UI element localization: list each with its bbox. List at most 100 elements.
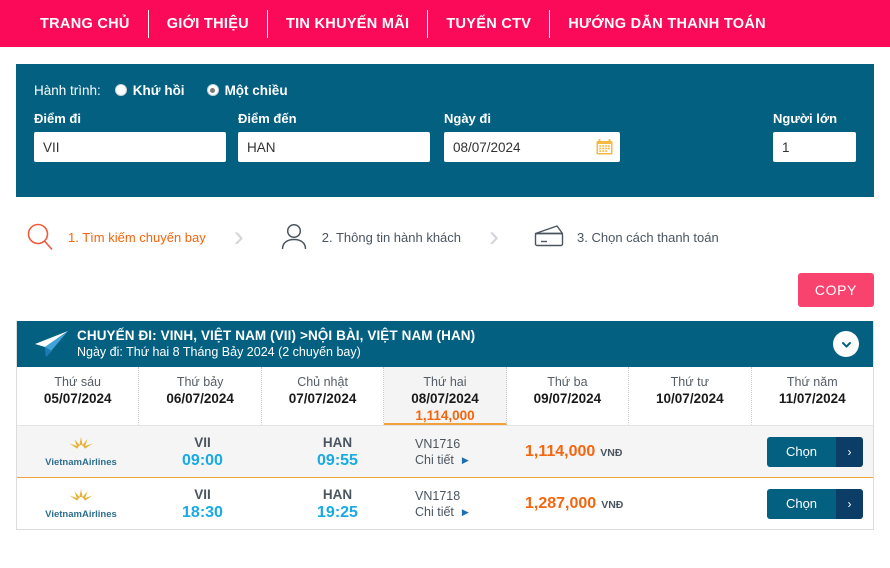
chevron-right-icon: › xyxy=(836,488,863,519)
date-tab-5[interactable]: Thứ tư 10/07/2024 xyxy=(629,367,752,425)
calendar-icon[interactable] xyxy=(596,139,613,155)
trip-type-row: Hành trình: Khứ hồi Một chiều xyxy=(34,79,856,101)
currency-label: VNĐ xyxy=(601,498,624,511)
radio-one-way-label: Một chiều xyxy=(224,82,288,98)
arrival-time: 09:55 xyxy=(317,451,358,469)
select-flight-label: Chọn xyxy=(767,488,836,519)
step-separator-1-icon: › xyxy=(233,220,244,253)
radio-one-way-icon[interactable] xyxy=(206,84,219,96)
flight-details-label: Chi tiết xyxy=(415,504,454,519)
user-icon xyxy=(272,215,316,259)
triangle-right-icon: ▶ xyxy=(461,454,469,465)
flight-price: 1,114,000 xyxy=(525,442,596,460)
date-tab-3-selected[interactable]: Thứ hai 08/07/2024 1,114,000 xyxy=(384,367,507,425)
date-tab-dow: Chủ nhật xyxy=(297,375,348,389)
date-tab-date: 11/07/2024 xyxy=(778,391,846,406)
flight-number: VN1718 xyxy=(415,488,461,503)
step-search-flight[interactable]: 1. Tìm kiếm chuyến bay xyxy=(18,215,206,259)
nav-item-payment-guide[interactable]: HƯỚNG DẪN THANH TOÁN xyxy=(550,10,784,38)
date-selector-strip: Thứ sáu 05/07/2024 Thứ bảy 06/07/2024 Ch… xyxy=(17,367,873,425)
flight-details-label: Chi tiết xyxy=(415,452,454,467)
departure-date-input[interactable]: 08/07/2024 xyxy=(444,132,620,162)
select-cell: Chọn › xyxy=(767,436,863,467)
date-label: Ngày đi xyxy=(444,111,491,126)
adults-input[interactable]: 1 xyxy=(773,132,856,162)
date-tab-6[interactable]: Thứ năm 11/07/2024 xyxy=(751,367,873,425)
date-tab-dow: Thứ hai xyxy=(423,375,467,389)
date-tab-dow: Thứ tư xyxy=(670,375,709,389)
flight-price: 1,287,000 xyxy=(525,494,597,512)
date-tab-date: 05/07/2024 xyxy=(43,391,112,406)
search-icon xyxy=(18,215,62,259)
triangle-right-icon: ▶ xyxy=(461,506,469,517)
departure-time: 18:30 xyxy=(182,503,223,521)
step-passenger-info-label: 2. Thông tin hành khách xyxy=(321,229,462,245)
origin-label: Điểm đi xyxy=(34,111,81,126)
step-payment-method[interactable]: 3. Chọn cách thanh toán xyxy=(527,215,719,259)
copy-button[interactable]: COPY xyxy=(797,273,874,307)
arrival-cell: HAN 19:25 xyxy=(270,486,405,522)
flight-banner-text: CHUYẾN ĐI: VINH, VIỆT NAM (VII) >NỘI BÀI… xyxy=(77,328,475,360)
step-search-flight-label: 1. Tìm kiếm chuyến bay xyxy=(68,229,206,245)
destination-field-group: Điểm đến HAN xyxy=(238,111,430,162)
radio-one-way[interactable]: Một chiều xyxy=(206,82,288,98)
flight-details-link[interactable]: Chi tiết ▶ xyxy=(415,504,515,520)
flight-results-banner: CHUYẾN ĐI: VINH, VIỆT NAM (VII) >NỘI BÀI… xyxy=(17,321,873,367)
airline-name: VietnamAirlines xyxy=(45,508,117,520)
date-tab-date: 08/07/2024 xyxy=(411,391,479,406)
booking-steps: 1. Tìm kiếm chuyến bay › 2. Thông tin hà… xyxy=(0,201,890,273)
date-tab-1[interactable]: Thứ bảy 06/07/2024 xyxy=(139,367,262,425)
price-cell: 1,114,000 VNĐ xyxy=(515,443,767,461)
copy-button-row: COPY xyxy=(0,273,890,313)
destination-input[interactable]: HAN xyxy=(238,132,430,162)
origin-code: VII xyxy=(194,486,211,502)
departure-time: 09:00 xyxy=(182,451,223,469)
flight-banner-subtitle: Ngày đi: Thứ hai 8 Tháng Bảy 2024 (2 chu… xyxy=(77,345,361,359)
select-flight-label: Chọn xyxy=(767,436,836,467)
airline-name: VietnamAirlines xyxy=(45,456,117,468)
chevron-down-icon[interactable] xyxy=(833,331,859,357)
nav-item-home[interactable]: TRANG CHỦ xyxy=(22,9,149,38)
departure-cell: VII 09:00 xyxy=(135,434,270,470)
flight-search-panel: Hành trình: Khứ hồi Một chiều Điểm đi VI… xyxy=(16,64,874,197)
date-tab-dow: Thứ bảy xyxy=(176,375,224,389)
radio-round-trip-icon[interactable] xyxy=(114,84,127,96)
date-tab-4[interactable]: Thứ ba 09/07/2024 xyxy=(506,367,630,425)
airline-logo-cell: VietnamAirlines xyxy=(27,488,135,520)
trip-type-label: Hành trình: xyxy=(34,82,101,98)
arrival-cell: HAN 09:55 xyxy=(270,434,405,470)
origin-input[interactable]: VII xyxy=(34,132,226,162)
date-tab-price: 1,114,000 xyxy=(415,408,475,423)
date-field-group: Ngày đi 08/07/2024 xyxy=(444,111,620,162)
flight-results-card: CHUYẾN ĐI: VINH, VIỆT NAM (VII) >NỘI BÀI… xyxy=(16,321,874,530)
table-row[interactable]: VietnamAirlines VII 09:00 HAN 09:55 VN17… xyxy=(17,425,873,477)
date-tab-date: 09/07/2024 xyxy=(533,391,602,406)
table-row[interactable]: VietnamAirlines VII 18:30 HAN 19:25 VN17… xyxy=(17,477,873,529)
nav-item-promotions[interactable]: TIN KHUYẾN MÃI xyxy=(268,9,429,38)
flight-banner-title: CHUYẾN ĐI: VINH, VIỆT NAM (VII) >NỘI BÀI… xyxy=(77,328,476,343)
flight-number-cell: VN1718 Chi tiết ▶ xyxy=(405,488,515,520)
date-tab-date: 10/07/2024 xyxy=(656,391,724,406)
card-icon xyxy=(527,215,571,259)
currency-label: VNĐ xyxy=(600,446,623,459)
origin-field-group: Điểm đi VII xyxy=(34,111,226,162)
airline-logo-cell: VietnamAirlines xyxy=(27,436,135,468)
step-payment-method-label: 3. Chọn cách thanh toán xyxy=(577,229,719,245)
select-cell: Chọn › xyxy=(767,488,863,519)
paper-plane-icon xyxy=(31,327,71,361)
date-tab-0[interactable]: Thứ sáu 05/07/2024 xyxy=(17,367,140,425)
date-tab-2[interactable]: Chủ nhật 07/07/2024 xyxy=(261,367,385,425)
departure-cell: VII 18:30 xyxy=(135,486,270,522)
date-tab-date: 07/07/2024 xyxy=(288,391,357,406)
nav-item-about[interactable]: GIỚI THIỆU xyxy=(149,9,268,38)
flight-details-link[interactable]: Chi tiết ▶ xyxy=(415,452,515,468)
select-flight-button[interactable]: Chọn › xyxy=(767,436,863,467)
step-passenger-info[interactable]: 2. Thông tin hành khách xyxy=(272,215,461,259)
arrival-time: 19:25 xyxy=(317,503,358,521)
radio-round-trip[interactable]: Khứ hồi xyxy=(114,83,185,98)
step-separator-2-icon: › xyxy=(489,220,500,253)
nav-item-ctv-routes[interactable]: TUYẾN CTV xyxy=(428,9,551,38)
select-flight-button[interactable]: Chọn › xyxy=(767,488,863,519)
destination-code: HAN xyxy=(322,486,353,502)
flight-number: VN1716 xyxy=(415,436,461,451)
